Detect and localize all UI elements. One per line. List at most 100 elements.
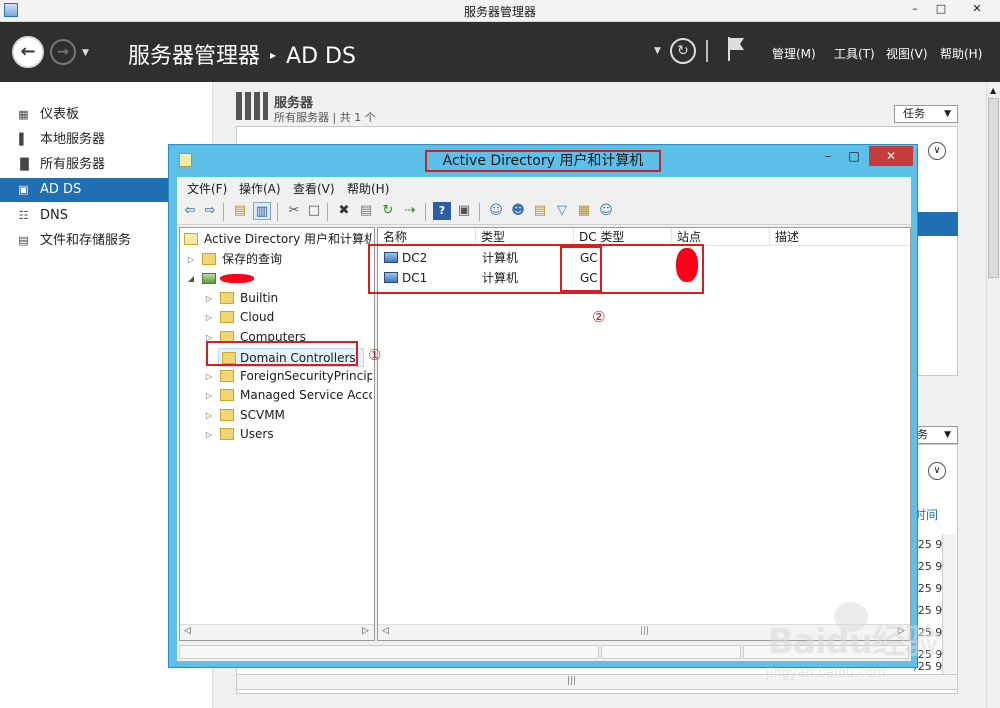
menu-view[interactable]: 查看(V) [293,180,335,197]
expand-arrow-icon[interactable]: ▷ [204,406,214,425]
expand-arrow-icon[interactable]: ▷ [204,328,214,347]
tree-item-computers[interactable]: ▷ Computers [182,328,372,347]
properties-icon[interactable]: ▤ [357,202,375,220]
row-type: 计算机 [482,271,519,285]
aduc-close-button[interactable]: ✕ [869,146,913,166]
menu-manage[interactable]: 管理(M) [772,45,816,62]
servers-tasks-button[interactable]: 任务 ▼ [894,105,958,123]
sidebar-item-label: AD DS [40,182,82,197]
minimize-button[interactable]: – [902,0,928,18]
close-button[interactable]: ✕ [956,0,998,18]
aduc-body: 文件(F) 操作(A) 查看(V) 帮助(H) ⇦ ⇨ ▤ ▥ ✂ □ ✖ ▤ … [177,177,911,661]
tasks-label: 务 [917,428,928,441]
new-user-icon[interactable]: ☺ [487,202,505,220]
up-folder-icon[interactable]: ▤ [231,202,249,220]
breadcrumb-root[interactable]: 服务器管理器 [128,44,260,69]
sidebar-item-dashboard[interactable]: ▦ 仪表板 [0,103,213,127]
forward-icon[interactable]: ⇨ [201,202,219,220]
tree-item-label: Managed Service Acco [240,388,372,402]
back-button[interactable]: ← [12,36,44,68]
aduc-minimize-button[interactable]: – [815,146,841,166]
export-list-icon[interactable]: ⇢ [401,202,419,220]
tree-item-domain-controllers[interactable]: Domain Controllers [218,348,364,367]
collapse-arrow-icon[interactable]: ◢ [186,269,196,288]
selected-server-row[interactable] [918,212,958,236]
aduc-window: Active Directory 用户和计算机 – □ ✕ 文件(F) 操作(A… [168,144,918,668]
list-item-dc2[interactable]: DC2 [382,248,476,268]
column-header-dc-type[interactable]: DC 类型 [574,228,672,246]
tree-item-scvmm[interactable]: ▷ SCVMM [182,406,372,425]
sidebar-item-label: 本地服务器 [40,132,106,147]
tree-item-label: Users [240,427,274,441]
refresh-icon[interactable]: ↻ [670,38,696,64]
tree-root[interactable]: Active Directory 用户和计算机 [182,230,372,249]
show-tree-icon[interactable]: ▥ [253,202,271,220]
events-horizontal-scrollbar[interactable]: ||| [236,674,958,690]
tree-item-foreign-security-principals[interactable]: ▷ ForeignSecurityPrincipa [182,367,372,386]
expand-arrow-icon[interactable]: ▷ [204,308,214,327]
notifications-flag-icon[interactable] [726,36,746,62]
expand-arrow-icon[interactable]: ▷ [204,289,214,308]
scroll-left-icon[interactable]: ◁ [382,626,389,636]
column-header-type[interactable]: 类型 [476,228,574,246]
tree-item-managed-service-accounts[interactable]: ▷ Managed Service Acco [182,386,372,405]
menu-tools[interactable]: 工具(T) [834,45,875,62]
events-tasks-button[interactable]: 务 ▼ [914,426,958,444]
column-header-name[interactable]: 名称 [378,228,476,246]
tree-horizontal-scrollbar[interactable]: ◁ ▷ [180,624,374,640]
scroll-thumb[interactable] [988,98,999,278]
expand-arrow-icon[interactable]: ▷ [186,250,196,269]
scroll-up-icon[interactable]: ▲ [990,86,996,95]
expand-chevron-icon[interactable]: ∨ [928,462,946,480]
event-date: /25 9 [914,626,943,639]
column-header-site[interactable]: 站点 [672,228,770,246]
scroll-right-icon[interactable]: ▷ [362,626,369,636]
domain-icon [202,273,216,284]
cut-icon[interactable]: ✂ [285,202,303,220]
list-horizontal-scrollbar[interactable]: ◁ ||| ▷ [378,624,910,640]
expand-chevron-icon[interactable]: ∨ [928,142,946,160]
scroll-right-icon[interactable]: ▷ [898,626,905,636]
menu-action[interactable]: 操作(A) [239,180,281,197]
tree-item-cloud[interactable]: ▷ Cloud [182,308,372,327]
paste-icon[interactable]: □ [305,202,323,220]
filter-icon[interactable]: ▽ [553,202,571,220]
maximize-button[interactable]: □ [928,0,954,18]
add-to-group-icon[interactable]: ☺ [597,202,615,220]
show-pane-icon[interactable]: ▣ [455,202,473,220]
new-ou-icon[interactable]: ▤ [531,202,549,220]
events-scrollbar[interactable] [942,534,956,674]
main-scrollbar[interactable]: ▲ [986,82,1000,708]
tree-item-domain[interactable]: ◢ [182,269,372,288]
history-dropdown-icon[interactable]: ▼ [82,48,89,58]
new-group-icon[interactable]: ☻ [509,202,527,220]
tree-item-builtin[interactable]: ▷ Builtin [182,289,372,308]
forward-button[interactable]: → [50,39,76,65]
expand-arrow-icon[interactable]: ▷ [204,386,214,405]
folder-icon [220,311,234,323]
menu-help[interactable]: 帮助(H) [940,45,982,62]
back-icon[interactable]: ⇦ [181,202,199,220]
menu-view[interactable]: 视图(V) [886,45,928,62]
scroll-left-icon[interactable]: ◁ [184,626,191,636]
aduc-maximize-button[interactable]: □ [841,146,867,166]
tree-item-saved-queries[interactable]: ▷ 保存的查询 [182,250,372,269]
menu-file[interactable]: 文件(F) [187,180,227,197]
refresh-icon[interactable]: ↻ [379,202,397,220]
header-dropdown-icon[interactable]: ▼ [654,46,661,56]
expand-arrow-icon[interactable]: ▷ [204,425,214,444]
folder-icon [222,352,236,364]
folder-icon [220,331,234,343]
folder-icon [220,409,234,421]
column-header-description[interactable]: 描述 [770,228,910,246]
expand-arrow-icon[interactable]: ▷ [204,367,214,386]
help-icon[interactable]: ? [433,202,451,220]
event-date: /25 9 [914,538,943,551]
menu-help[interactable]: 帮助(H) [347,180,389,197]
find-icon[interactable]: ▦ [575,202,593,220]
tree-item-users[interactable]: ▷ Users [182,425,372,444]
list-item-dc1[interactable]: DC1 [382,268,476,288]
sidebar-item-label: 仪表板 [40,107,80,122]
delete-icon[interactable]: ✖ [335,202,353,220]
breadcrumb-separator-icon: ▸ [270,48,277,62]
